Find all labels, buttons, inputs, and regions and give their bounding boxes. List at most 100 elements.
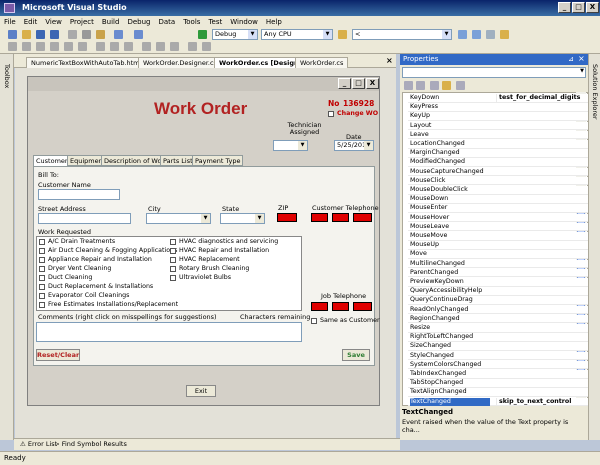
save-button[interactable]: Save	[342, 349, 370, 361]
property-row[interactable]: QueryContinueDrag	[408, 296, 588, 305]
save-all-icon[interactable]	[50, 30, 59, 39]
property-row[interactable]: TabIndexChanged	[408, 370, 588, 379]
same-size-icon[interactable]	[124, 42, 133, 51]
property-row[interactable]: MultilineChanged	[408, 259, 588, 269]
property-row[interactable]: TabStopChanged	[408, 379, 588, 388]
cust-phone-prefix[interactable]	[332, 213, 349, 222]
property-row[interactable]: QueryAccessibilityHelp	[408, 287, 588, 296]
same-as-customer-checkbox[interactable]: Same as Customer	[311, 317, 380, 324]
spacing-decrease-icon[interactable]	[170, 42, 179, 51]
zip-textbox[interactable]	[277, 213, 297, 222]
align-middle-icon[interactable]	[64, 42, 73, 51]
property-row[interactable]: StyleChanged	[408, 351, 588, 361]
same-width-icon[interactable]	[96, 42, 105, 51]
platform-select[interactable]: Any CPU ▼	[261, 29, 333, 40]
comments-textbox[interactable]	[36, 322, 302, 342]
property-row[interactable]: MouseDown	[408, 195, 588, 204]
error-list-tab[interactable]: ⚠ Error List	[20, 440, 57, 448]
job-phone-prefix[interactable]	[332, 302, 349, 311]
cut-icon[interactable]	[68, 30, 77, 39]
new-project-icon[interactable]	[8, 30, 17, 39]
property-pages-icon[interactable]	[456, 81, 465, 90]
property-row[interactable]: MouseHover	[408, 213, 588, 223]
menu-view[interactable]: View	[45, 18, 62, 26]
close-panel-icon[interactable]: ×	[578, 54, 585, 63]
find-icon[interactable]	[338, 30, 347, 39]
property-row[interactable]: Resize	[408, 324, 588, 333]
menu-data[interactable]: Data	[158, 18, 175, 26]
work-item-checkbox[interactable]: Dryer Vent Cleaning	[39, 265, 111, 272]
work-item-checkbox[interactable]: HVAC Replacement	[170, 256, 240, 263]
find-combo[interactable]: < ▼	[352, 29, 452, 40]
redo-icon[interactable]	[134, 30, 143, 39]
work-item-checkbox[interactable]: HVAC diagnostics and servicing	[170, 238, 278, 245]
property-row[interactable]: MouseClick	[408, 176, 588, 186]
send-back-icon[interactable]	[202, 42, 211, 51]
menu-build[interactable]: Build	[102, 18, 120, 26]
work-item-checkbox[interactable]: A/C Drain Treatments	[39, 238, 115, 245]
align-icon[interactable]	[8, 42, 17, 51]
same-height-icon[interactable]	[110, 42, 119, 51]
bring-front-icon[interactable]	[188, 42, 197, 51]
object-selector[interactable]: ▼	[402, 67, 586, 78]
pin-icon[interactable]: ⊿	[568, 55, 574, 63]
property-row[interactable]: MouseLeave	[408, 222, 588, 232]
align-right-icon[interactable]	[36, 42, 45, 51]
work-item-checkbox[interactable]: Air Duct Cleaning & Fogging Applications	[39, 247, 177, 254]
menu-test[interactable]: Test	[208, 18, 222, 26]
property-value[interactable]: skip_to_next_control	[496, 397, 586, 407]
property-row[interactable]: MouseCaptureChanged	[408, 167, 588, 177]
spacing-increase-icon[interactable]	[156, 42, 165, 51]
menu-debug[interactable]: Debug	[127, 18, 150, 26]
job-phone-area[interactable]	[311, 302, 328, 311]
find-symbol-tab[interactable]: ⌕ Find Symbol Results	[56, 440, 127, 449]
cust-phone-area[interactable]	[311, 213, 328, 222]
property-row[interactable]: KeyPress	[408, 103, 588, 112]
object-browser-icon[interactable]	[486, 30, 495, 39]
property-row[interactable]: RegionChanged	[408, 314, 588, 324]
property-row[interactable]: SystemColorsChanged	[408, 360, 588, 370]
property-row[interactable]: Layout	[408, 121, 588, 131]
work-item-checkbox[interactable]: Duct Replacement & Installations	[39, 283, 153, 290]
work-item-checkbox[interactable]: Rotary Brush Cleaning	[170, 265, 249, 272]
save-icon[interactable]	[36, 30, 45, 39]
start-debug-icon[interactable]	[198, 30, 207, 39]
menu-tools[interactable]: Tools	[183, 18, 200, 26]
property-row[interactable]: KeyDown test_for_decimal_digits	[408, 94, 588, 103]
events-icon[interactable]	[442, 81, 451, 90]
maximize-button[interactable]: □	[572, 2, 585, 13]
property-row[interactable]: PreviewKeyDown	[408, 278, 588, 287]
solution-explorer-icon[interactable]	[458, 30, 467, 39]
date-picker[interactable]: 5/25/2015 ▼	[334, 140, 374, 151]
property-row[interactable]: ParentChanged	[408, 268, 588, 278]
copy-icon[interactable]	[82, 30, 91, 39]
menu-help[interactable]: Help	[266, 18, 282, 26]
configuration-select[interactable]: Debug ▼	[212, 29, 258, 40]
toolbox-icon[interactable]	[500, 30, 509, 39]
menu-project[interactable]: Project	[70, 18, 94, 26]
property-row[interactable]: MouseUp	[408, 241, 588, 250]
state-select[interactable]: ▼	[220, 213, 265, 224]
property-row[interactable]: ReadOnlyChanged	[408, 305, 588, 315]
property-row[interactable]: KeyUp	[408, 112, 588, 121]
open-file-icon[interactable]	[22, 30, 31, 39]
tab-workorder-design[interactable]: WorkOrder.cs [Design]	[214, 57, 307, 68]
tab-customer[interactable]: Customer	[33, 155, 71, 166]
solution-explorer-strip[interactable]: Solution Explorer	[588, 54, 600, 440]
job-phone-line[interactable]	[353, 302, 372, 311]
property-row[interactable]: MouseDoubleClick	[408, 186, 588, 195]
solution-explorer-label[interactable]: Solution Explorer	[591, 64, 599, 120]
work-item-checkbox[interactable]: Duct Cleaning	[39, 274, 92, 281]
city-select[interactable]: ▼	[146, 213, 211, 224]
property-row[interactable]: SizeChanged	[408, 342, 588, 351]
reset-clear-button[interactable]: Reset/Clear	[36, 349, 80, 361]
tab-workorder-cs[interactable]: WorkOrder.cs	[295, 57, 349, 68]
close-tab-icon[interactable]: ×	[386, 56, 393, 65]
property-row[interactable]: TextChanged skip_to_next_control	[408, 397, 588, 407]
menu-file[interactable]: File	[4, 18, 16, 26]
exit-button[interactable]: Exit	[186, 385, 216, 397]
tab-payment-type[interactable]: Payment Type	[192, 155, 244, 166]
tab-parts-list[interactable]: Parts List	[160, 155, 196, 166]
tab-numerictextbox[interactable]: NumericTextBoxWithAutoTab.htm	[26, 57, 145, 68]
menu-window[interactable]: Window	[230, 18, 258, 26]
